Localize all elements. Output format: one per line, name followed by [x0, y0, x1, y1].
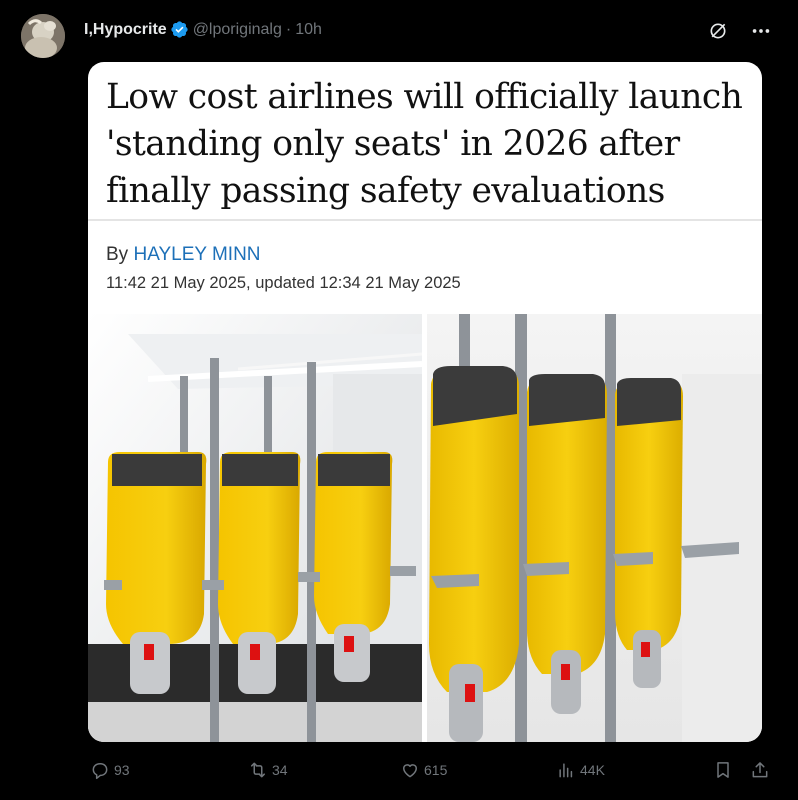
dateline: 11:42 21 May 2025, updated 12:34 21 May …: [106, 274, 461, 292]
reply-button[interactable]: 93: [90, 760, 130, 780]
article-card[interactable]: Low cost airlines will officially launch…: [88, 62, 762, 742]
views-count: 44K: [580, 762, 605, 778]
repost-icon: [251, 762, 265, 778]
seats-photo-right: [427, 314, 762, 742]
share-icon: [752, 762, 768, 778]
article-headline: Low cost airlines will officially launch…: [106, 77, 743, 211]
divider: [88, 219, 762, 221]
seats-photo-left: [88, 314, 422, 742]
byline-prefix: By: [106, 244, 129, 265]
reply-count: 93: [114, 762, 130, 778]
author-link[interactable]: HAYLEY MINN: [133, 244, 260, 265]
more-icon[interactable]: [750, 20, 772, 42]
timestamp[interactable]: 10h: [295, 21, 322, 39]
reply-icon: [92, 763, 108, 780]
byline: By HAYLEY MINN: [106, 244, 261, 266]
share-button[interactable]: [750, 760, 774, 780]
repost-button[interactable]: 34: [248, 760, 288, 780]
views-icon: [559, 763, 573, 778]
handle[interactable]: @lporiginalg: [193, 21, 282, 39]
action-bar: 93 34 615 44K: [0, 760, 798, 784]
bookmark-icon: [717, 762, 729, 778]
like-button[interactable]: 615: [400, 760, 447, 780]
bookmark-button[interactable]: [713, 760, 737, 780]
verified-badge-icon: [171, 21, 188, 38]
heart-icon: [403, 764, 417, 778]
views-button[interactable]: 44K: [556, 760, 605, 780]
like-count: 615: [424, 762, 448, 778]
grok-icon[interactable]: [708, 21, 728, 41]
repost-count: 34: [272, 762, 288, 778]
separator: ·: [285, 20, 292, 38]
post-header: I,Hypocrite @lporiginalg · 10h: [84, 20, 322, 39]
avatar[interactable]: [21, 14, 65, 58]
display-name[interactable]: I,Hypocrite: [84, 21, 167, 39]
